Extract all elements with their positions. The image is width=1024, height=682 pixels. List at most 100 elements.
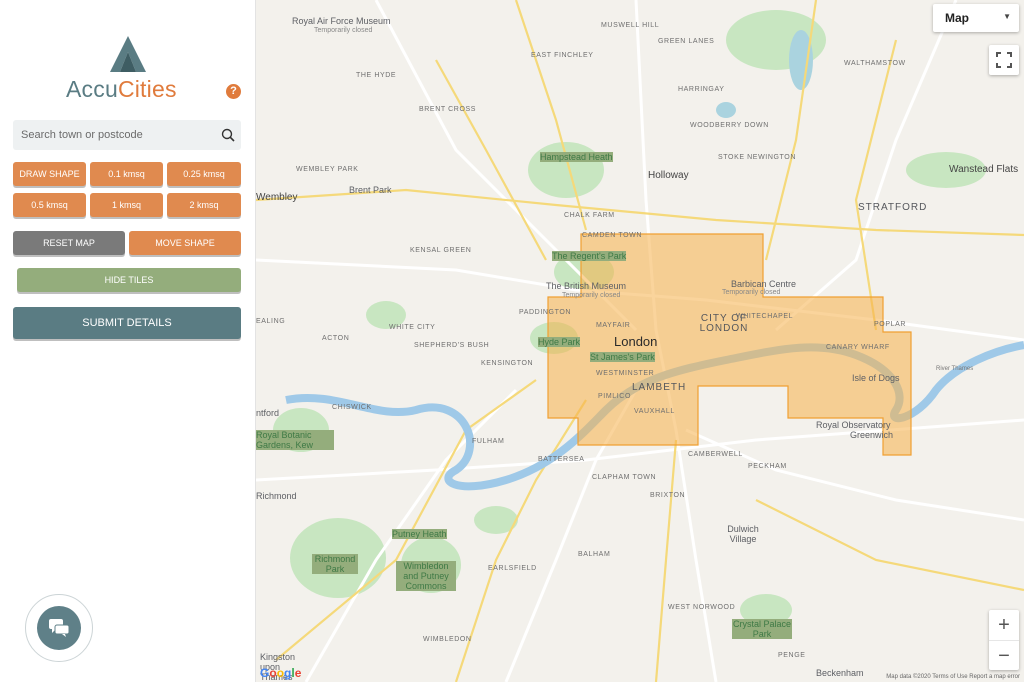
chat-widget[interactable] (25, 594, 93, 662)
map-label-brent-cross: BRENT CROSS (419, 106, 477, 113)
hide-tiles-button[interactable]: HIDE TILES (17, 268, 241, 292)
map-label-camden-town: CAMDEN TOWN (582, 232, 643, 239)
map-label-east-finchley: EAST FINCHLEY (531, 52, 594, 59)
map-label-kensal-green: KENSAL GREEN (410, 247, 472, 254)
map-label-clapham-town: CLAPHAM TOWN (592, 474, 657, 481)
map-label-wimbledon: WIMBLEDON (423, 636, 472, 643)
map-label-putney-heath: Putney Heath (392, 529, 447, 539)
map-label-vauxhall: VAUXHALL (634, 408, 675, 415)
map-label-woodberry-down: WOODBERRY DOWN (690, 122, 769, 129)
accucities-logo: AccuCities (60, 30, 200, 102)
map-label-peckham: PECKHAM (748, 463, 787, 470)
map-label-brent-park: Brent Park (349, 185, 392, 195)
kmsq-0-1-button[interactable]: 0.1 kmsq (90, 162, 163, 186)
map-label-brixton: BRIXTON (650, 492, 686, 499)
map-label-crystal-palace: Crystal Palace Park (732, 619, 792, 639)
fullscreen-button[interactable] (989, 45, 1019, 75)
map-label-penge: PENGE (778, 652, 806, 659)
map-label-brentford: ntford (256, 408, 280, 418)
submit-details-button[interactable]: SUBMIT DETAILS (13, 307, 241, 339)
reset-map-button[interactable]: RESET MAP (13, 231, 125, 255)
map-label-royal-observatory: Royal Observatory (816, 420, 891, 430)
map-label-battersea: BATTERSEA (538, 456, 585, 463)
map-type-value: Map (945, 11, 969, 25)
draw-shape-button[interactable]: DRAW SHAPE (13, 162, 86, 186)
map-label-green-lanes: GREEN LANES (658, 38, 715, 45)
map-label-mayfair: MAYFAIR (596, 322, 631, 329)
map-label-paddington: PADDINGTON (519, 309, 572, 316)
map-label-westminster: WESTMINSTER (596, 370, 655, 377)
kmsq-1-button[interactable]: 1 kmsq (90, 193, 163, 217)
map-label-west-norwood: WEST NORWOOD (668, 604, 736, 611)
logo-mark-icon (110, 36, 146, 72)
map-label-walthamstow: WALTHAMSTOW (844, 60, 906, 67)
map-label-muswell-hill: MUSWELL HILL (601, 22, 660, 29)
map-label-isle-of-dogs: Isle of Dogs (852, 373, 900, 383)
map-label-shepherds-bush: SHEPHERD'S BUSH (414, 342, 490, 349)
map-label-beckenham: Beckenham (816, 668, 864, 678)
map-label-greenwich: Greenwich (850, 430, 894, 440)
map-label-regents-park: The Regent's Park (552, 251, 627, 261)
map-label-chiswick: CHISWICK (332, 404, 372, 411)
search-box (13, 120, 241, 150)
map-label-poplar: POPLAR (874, 321, 906, 328)
chevron-down-icon: ▼ (1003, 12, 1011, 21)
map-label-canary-wharf: CANARY WHARF (826, 344, 890, 351)
map-label-fulham: FULHAM (472, 438, 505, 445)
map-label-dulwich-village: Dulwich Village (727, 524, 759, 544)
map-label-the-hyde: THE HYDE (356, 72, 397, 79)
map-label-river-thames: River Thames (936, 366, 974, 372)
map-label-hampstead-heath: Hampstead Heath (540, 152, 613, 162)
map-label-barbican-closed: Temporarily closed (722, 289, 781, 296)
map-label-holloway: Holloway (648, 170, 689, 181)
zoom-out-button[interactable]: − (989, 640, 1019, 671)
map-label-acton: ACTON (322, 335, 350, 342)
chat-bubbles-icon (49, 619, 70, 637)
help-icon[interactable]: ? (226, 84, 241, 99)
zoom-control: + − (989, 610, 1019, 670)
map-label-balham: BALHAM (578, 551, 611, 558)
map-type-select[interactable]: Map ▼ (933, 4, 1019, 32)
map-label-pimlico: PIMLICO (598, 393, 631, 400)
map-label-white-city: WHITE CITY (389, 324, 436, 331)
map-label-kensington: KENSINGTON (481, 360, 534, 367)
map-label-ealing: EALING (256, 318, 286, 325)
map-label-barbican-centre: Barbican Centre (731, 279, 797, 289)
map-label-stoke-newington: STOKE NEWINGTON (718, 154, 796, 161)
map-label-st-james-park: St James's Park (590, 352, 655, 362)
move-shape-button[interactable]: MOVE SHAPE (129, 231, 241, 255)
map-label-richmond-park: Richmond Park (312, 554, 358, 574)
kmsq-0-5-button[interactable]: 0.5 kmsq (13, 193, 86, 217)
map-label-wembley: Wembley (256, 192, 298, 203)
google-logo: Google (260, 666, 302, 680)
map-label-wimbledon-putney: Wimbledon and Putney Commons (396, 561, 456, 591)
search-icon[interactable] (221, 128, 235, 142)
map-label-wembley-park: WEMBLEY PARK (296, 166, 359, 173)
kmsq-2-button[interactable]: 2 kmsq (167, 193, 241, 217)
map-attribution[interactable]: Map data ©2020 Terms of Use Report a map… (886, 674, 1020, 680)
map-label-chalk-farm: CHALK FARM (564, 212, 615, 219)
map-canvas[interactable]: Royal Air Force Museum Temporarily close… (256, 0, 1024, 682)
map-label-raf-museum: Royal Air Force Museum (292, 16, 391, 26)
map-label-kew: Royal Botanic Gardens, Kew (256, 430, 334, 450)
map-label-british-museum: The British Museum (546, 281, 627, 291)
sidebar: AccuCities ? DRAW SHAPE 0.1 kmsq 0.25 km… (0, 0, 256, 682)
fullscreen-icon (996, 52, 1012, 68)
zoom-in-button[interactable]: + (989, 610, 1019, 640)
map-label-whitechapel: WHITECHAPEL (736, 313, 794, 320)
map-label-bm-closed: Temporarily closed (562, 292, 621, 299)
chat-button[interactable] (37, 606, 81, 650)
logo-text-cities: Cities (117, 76, 177, 102)
map-label-earlsfield: EARLSFIELD (488, 565, 537, 572)
map-label-richmond: Richmond (256, 491, 297, 501)
search-input[interactable] (13, 120, 221, 150)
map-label-stratford: STRATFORD (858, 202, 928, 213)
map-label-lambeth: LAMBETH (632, 382, 687, 393)
logo-wordmark: AccuCities (66, 76, 177, 103)
kmsq-0-25-button[interactable]: 0.25 kmsq (167, 162, 241, 186)
map-label-camberwell: CAMBERWELL (688, 451, 743, 458)
logo-text-accu: Accu (66, 76, 118, 102)
map-label-wanstead-flats: Wanstead Flats (949, 164, 1019, 175)
map-label-raf-closed: Temporarily closed (314, 27, 373, 34)
map-label-london: London (614, 334, 658, 349)
